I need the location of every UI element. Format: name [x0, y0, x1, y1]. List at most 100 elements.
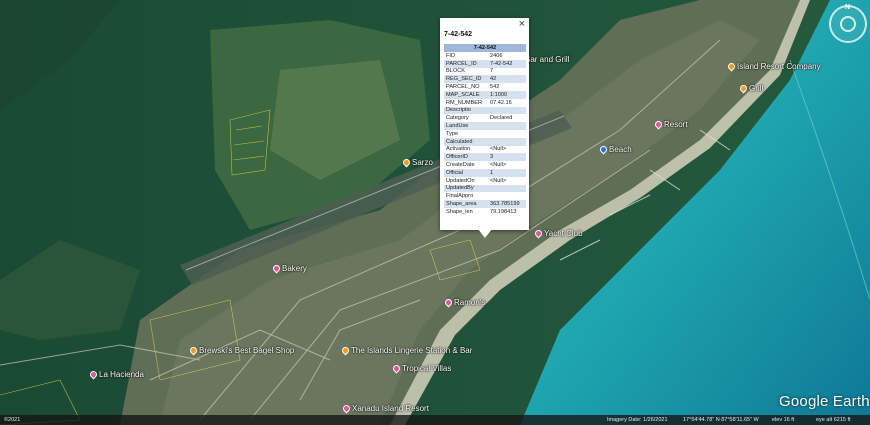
field-name: Calculated	[444, 137, 488, 146]
field-value: 363.785199	[488, 200, 526, 208]
table-row: CreateDate <Null>	[444, 161, 526, 169]
table-row: PARCEL_ID 7-42-542	[444, 59, 526, 68]
field-name: MAP_SCALE	[444, 90, 488, 99]
place-label[interactable]: Bakery	[271, 263, 307, 274]
imagery-date: Imagery Date: 1/26/2021	[607, 417, 668, 423]
field-name: Official	[444, 168, 488, 177]
place-label[interactable]: Beach	[598, 144, 632, 155]
place-label[interactable]: Tropical Villas	[391, 363, 452, 374]
table-row: Shape_area 363.785199	[444, 200, 526, 208]
place-label[interactable]: La Hacienda	[88, 369, 144, 380]
field-value: 07.42.16	[490, 99, 512, 106]
table-row: LandUse	[444, 122, 526, 130]
map-pin-icon	[271, 263, 282, 274]
place-label[interactable]: Ramon's	[443, 297, 486, 308]
map-pin-icon	[598, 144, 609, 155]
field-name: CreateDate	[446, 162, 475, 169]
field-value	[488, 184, 526, 193]
place-name: Resort	[664, 120, 688, 129]
table-row: FID 2406	[444, 52, 526, 60]
eye-altitude-readout: eye alt 6215 ft	[816, 417, 851, 423]
table-row: Descriptio	[444, 106, 526, 115]
place-name: Bar and Grill	[525, 55, 570, 64]
satellite-map[interactable]: Bar and Grill Island Resort Company Gril…	[0, 0, 870, 425]
place-label[interactable]: Grill	[738, 83, 764, 94]
elevation-readout: elev 16 ft	[772, 417, 795, 423]
field-value: 1	[488, 168, 526, 177]
field-value	[488, 137, 526, 146]
field-name: FID	[446, 52, 456, 59]
place-label[interactable]: Brewski's Best Bagel Shop	[188, 345, 295, 356]
map-pin-icon	[188, 345, 199, 356]
map-pin-icon	[533, 228, 544, 239]
place-name: Yacht Club	[544, 229, 583, 238]
coordinates-readout: 17°54'44.78" N 87°58'11.65" W	[683, 417, 759, 423]
field-name: OfficerID	[444, 153, 488, 162]
field-name: Type	[446, 130, 459, 137]
place-name: Tropical Villas	[402, 364, 452, 373]
place-label[interactable]: Xanadu Island Resort	[341, 403, 429, 414]
table-row: UpdatedOn <Null>	[444, 177, 526, 185]
place-name: Beach	[609, 145, 632, 154]
table-row: Activation <Null>	[444, 146, 526, 154]
field-name: UpdatedBy	[444, 184, 488, 193]
place-label[interactable]: Yacht Club	[533, 228, 583, 239]
map-pin-icon	[88, 369, 99, 380]
place-name: Island Resort Company	[737, 62, 821, 71]
map-pin-icon	[340, 345, 351, 356]
field-name: Descriptio	[444, 106, 488, 115]
place-name: La Hacienda	[99, 370, 144, 379]
table-header-row: 7-42-542	[444, 44, 526, 52]
status-bar: ©2021 Imagery Date: 1/26/2021 17°54'44.7…	[0, 415, 870, 425]
field-value: <Null>	[490, 177, 507, 184]
popup-pointer	[478, 229, 492, 238]
field-value: 3	[488, 153, 526, 162]
field-name: Shape_area	[444, 200, 488, 208]
field-value	[488, 192, 526, 200]
table-row: OfficerID 3	[444, 153, 526, 162]
field-value: <Null>	[490, 146, 507, 153]
look-joystick-icon[interactable]	[840, 16, 856, 32]
close-icon[interactable]: ×	[519, 19, 525, 30]
place-name: Ramon's	[454, 298, 486, 307]
table-row: RM_NUMBER 07.42.16	[444, 99, 526, 107]
map-pin-icon	[391, 363, 402, 374]
table-row: PARCEL_NO 542	[444, 83, 526, 91]
field-value	[488, 122, 526, 130]
place-name: Grill	[749, 84, 764, 93]
field-name: Shape_len	[446, 208, 473, 215]
table-row: Category Declared	[444, 114, 526, 122]
place-label[interactable]: The Islands Lingerie Station & Bar	[340, 345, 473, 356]
place-name: Xanadu Island Resort	[352, 404, 429, 413]
map-pin-icon	[341, 403, 352, 414]
table-row: Shape_len 79.198413	[444, 208, 526, 216]
place-name: Bakery	[282, 264, 307, 273]
field-value	[488, 106, 526, 115]
place-label[interactable]: Island Resort Company	[726, 61, 821, 72]
table-row: Official 1	[444, 168, 526, 177]
field-value: 1:1000	[488, 90, 526, 99]
map-pin-icon	[401, 157, 412, 168]
table-row: FinalAppro	[444, 192, 526, 200]
compass-control[interactable]: N	[829, 4, 867, 43]
place-label[interactable]: Resort	[653, 119, 688, 130]
popup-title: 7-42-542	[444, 31, 473, 38]
field-name: FinalAppro	[446, 193, 474, 200]
field-value: 79.198413	[490, 208, 517, 215]
field-value: 7	[490, 68, 494, 75]
map-pin-icon	[443, 297, 454, 308]
place-name: The Islands Lingerie Station & Bar	[351, 346, 473, 355]
table-row: Calculated	[444, 137, 526, 146]
place-label[interactable]: Sarzo	[401, 157, 433, 168]
field-name: Activation	[446, 146, 471, 153]
field-name: PARCEL_NO	[446, 84, 480, 91]
north-indicator: N	[845, 4, 851, 11]
field-name: UpdatedOn	[446, 177, 475, 184]
field-value: <Null>	[490, 162, 507, 169]
field-name: Category	[446, 115, 469, 122]
field-value: Declared	[490, 115, 513, 122]
map-pin-icon	[738, 83, 749, 94]
place-name: Brewski's Best Bagel Shop	[199, 346, 295, 355]
field-name: BLOCK	[446, 68, 465, 75]
field-name: PARCEL_ID	[444, 59, 488, 68]
